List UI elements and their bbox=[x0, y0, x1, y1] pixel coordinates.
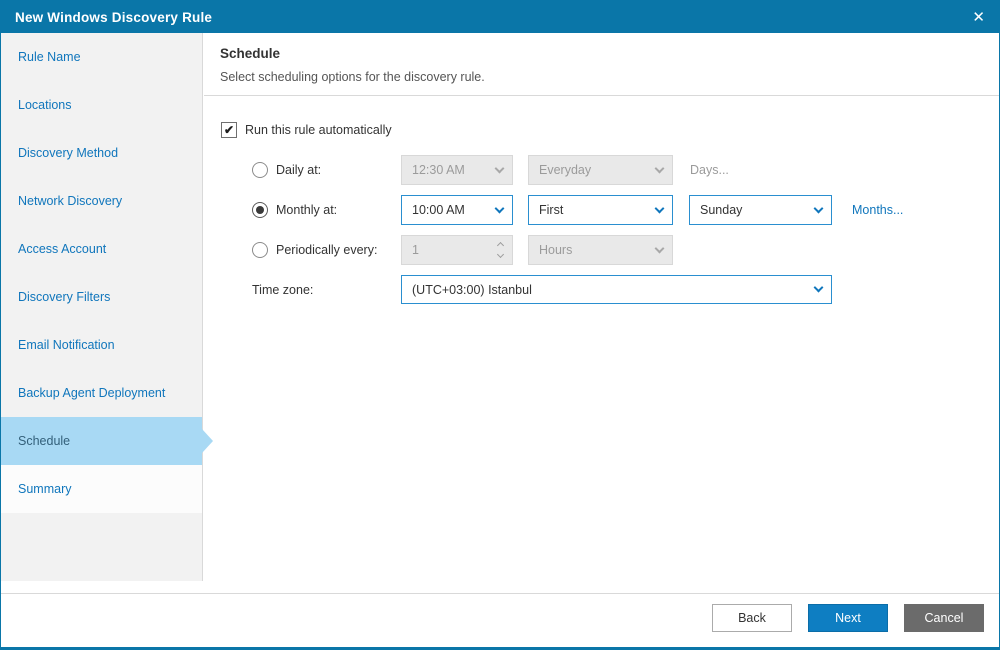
monthly-time-value: 10:00 AM bbox=[412, 203, 465, 217]
sidebar-item-network-discovery[interactable]: Network Discovery bbox=[1, 177, 202, 225]
sidebar-item-rule-name[interactable]: Rule Name bbox=[1, 33, 202, 81]
timezone-value: (UTC+03:00) Istanbul bbox=[412, 282, 532, 297]
run-automatically-row: ✔ Run this rule automatically bbox=[221, 115, 392, 145]
step-title: Schedule bbox=[220, 46, 281, 61]
chevron-down-icon bbox=[813, 203, 824, 213]
monthly-ordinal-select[interactable]: First bbox=[528, 195, 673, 225]
sidebar-item-discovery-method[interactable]: Discovery Method bbox=[1, 129, 202, 177]
sidebar-item-access-account[interactable]: Access Account bbox=[1, 225, 202, 273]
monthly-months-link-row: Months... bbox=[852, 195, 903, 225]
chevron-up-icon bbox=[496, 241, 505, 250]
daily-radio-row: Daily at: bbox=[252, 155, 321, 185]
sidebar-item-discovery-filters[interactable]: Discovery Filters bbox=[1, 273, 202, 321]
monthly-weekday-value: Sunday bbox=[700, 203, 743, 217]
monthly-radio[interactable] bbox=[252, 202, 268, 218]
monthly-label: Monthly at: bbox=[276, 203, 338, 217]
chevron-down-icon bbox=[654, 203, 665, 213]
chevron-down-icon bbox=[496, 250, 505, 259]
monthly-time-select[interactable]: 10:00 AM bbox=[401, 195, 513, 225]
chevron-down-icon bbox=[494, 203, 505, 213]
daily-days-link-row: Days... bbox=[690, 155, 729, 185]
periodically-radio-row: Periodically every: bbox=[252, 235, 377, 265]
chevron-down-icon bbox=[654, 163, 665, 173]
periodic-value: 1 bbox=[412, 243, 419, 257]
stepper-arrows-icon bbox=[496, 241, 505, 259]
days-link: Days... bbox=[690, 163, 729, 177]
daily-time-select: 12:30 AM bbox=[401, 155, 513, 185]
step-header: Schedule Select scheduling options for t… bbox=[204, 33, 999, 96]
chevron-down-icon bbox=[813, 282, 824, 293]
daily-frequency-value: Everyday bbox=[539, 163, 592, 177]
titlebar: New Windows Discovery Rule ✕ bbox=[1, 1, 999, 33]
periodic-value-stepper: 1 bbox=[401, 235, 513, 265]
close-icon[interactable]: ✕ bbox=[972, 10, 985, 25]
footer-divider bbox=[1, 593, 999, 594]
daily-time-value: 12:30 AM bbox=[412, 163, 465, 177]
timezone-label: Time zone: bbox=[252, 282, 314, 297]
periodic-unit-select: Hours bbox=[528, 235, 673, 265]
check-icon: ✔ bbox=[223, 123, 235, 137]
window-title: New Windows Discovery Rule bbox=[15, 9, 213, 25]
chevron-down-icon bbox=[494, 163, 505, 173]
next-button[interactable]: Next bbox=[808, 604, 888, 632]
timezone-select[interactable]: (UTC+03:00) Istanbul bbox=[401, 275, 832, 304]
chevron-down-icon bbox=[654, 243, 665, 253]
cancel-button[interactable]: Cancel bbox=[904, 604, 984, 632]
step-subtitle: Select scheduling options for the discov… bbox=[220, 70, 485, 84]
months-link[interactable]: Months... bbox=[852, 203, 903, 217]
wizard-steps-sidebar: Rule Name Locations Discovery Method Net… bbox=[1, 33, 203, 581]
daily-frequency-select: Everyday bbox=[528, 155, 673, 185]
periodic-unit-value: Hours bbox=[539, 243, 573, 257]
sidebar-item-email-notification[interactable]: Email Notification bbox=[1, 321, 202, 369]
monthly-weekday-select[interactable]: Sunday bbox=[689, 195, 832, 225]
monthly-radio-row: Monthly at: bbox=[252, 195, 337, 225]
sidebar-item-backup-agent-deployment[interactable]: Backup Agent Deployment bbox=[1, 369, 202, 417]
back-button[interactable]: Back bbox=[712, 604, 792, 632]
periodically-label: Periodically every: bbox=[276, 243, 378, 257]
sidebar-item-schedule[interactable]: Schedule bbox=[1, 417, 202, 465]
new-windows-discovery-rule-dialog: New Windows Discovery Rule ✕ Rule Name L… bbox=[0, 0, 1000, 650]
daily-radio[interactable] bbox=[252, 162, 268, 178]
run-automatically-checkbox[interactable]: ✔ bbox=[221, 122, 237, 138]
periodically-radio[interactable] bbox=[252, 242, 268, 258]
timezone-label-row: Time zone: bbox=[252, 275, 313, 304]
monthly-ordinal-value: First bbox=[539, 203, 564, 217]
sidebar-item-summary[interactable]: Summary bbox=[1, 465, 202, 513]
run-automatically-label: Run this rule automatically bbox=[245, 123, 392, 137]
daily-label: Daily at: bbox=[276, 163, 322, 177]
sidebar-item-locations[interactable]: Locations bbox=[1, 81, 202, 129]
